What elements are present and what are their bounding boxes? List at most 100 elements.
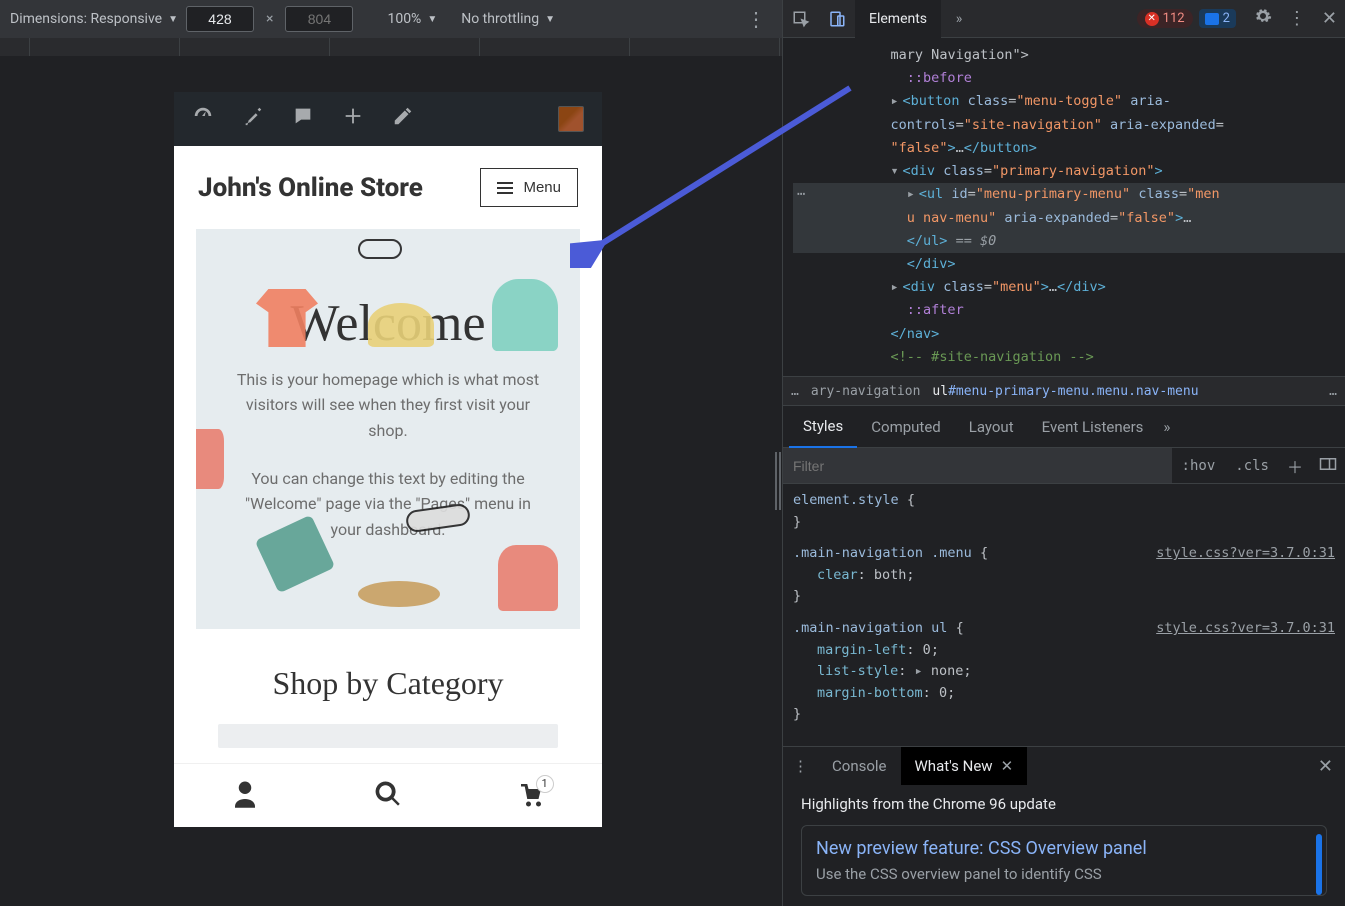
dom-pseudo: ::after (907, 302, 964, 318)
caret-down-icon: ▼ (545, 14, 555, 25)
rule-source-link[interactable]: style.css?ver=3.7.0:31 (1156, 543, 1335, 565)
cls-toggle[interactable]: .cls (1225, 458, 1279, 474)
devtools-top-tabs: Elements » ✕ 112 2 ⋮ ✕ (783, 0, 1345, 38)
belt-illustration (358, 581, 440, 607)
devtools-drawer: ⋮ Console What's New ✕ ✕ Highlights from… (783, 746, 1345, 906)
ruler-bar (0, 38, 782, 56)
drawer-more-icon[interactable]: ⋮ (783, 757, 818, 775)
styles-tabs-overflow-icon[interactable]: » (1163, 418, 1170, 436)
tab-event-listeners[interactable]: Event Listeners (1028, 406, 1158, 448)
breadcrumb-item-active[interactable]: ul#menu-primary-menu.menu.nav-menu (932, 384, 1198, 399)
dimension-separator: × (266, 11, 273, 27)
site-title[interactable]: John's Online Store (198, 173, 423, 203)
tab-whats-new[interactable]: What's New ✕ (901, 747, 1028, 785)
dashboard-icon[interactable] (192, 105, 214, 133)
selected-node-actions-icon[interactable]: ⋯ (797, 183, 805, 206)
device-toolbar: Dimensions: Responsive ▼ × 100% ▼ No thr… (0, 0, 782, 38)
cart-icon[interactable]: 1 (516, 779, 546, 813)
mobile-bottom-nav: 1 (174, 763, 602, 827)
whats-new-card-body: Use the CSS overview panel to identify C… (816, 865, 1312, 883)
computed-sidebar-toggle-icon[interactable] (1311, 456, 1345, 475)
dom-tree[interactable]: mary Navigation"> ::before ▸<button clas… (783, 38, 1345, 376)
breadcrumb-overflow-right[interactable]: … (1329, 384, 1337, 399)
drawer-tabs: ⋮ Console What's New ✕ ✕ (783, 747, 1345, 785)
category-placeholder (218, 724, 558, 748)
customize-icon[interactable] (242, 105, 264, 133)
errors-count: 112 (1163, 11, 1185, 26)
scrollbar-thumb[interactable] (1316, 834, 1322, 895)
search-icon[interactable] (373, 779, 403, 813)
viewport-resize-handle[interactable] (774, 452, 782, 510)
device-emulation-pane: Dimensions: Responsive ▼ × 100% ▼ No thr… (0, 0, 782, 906)
menu-label: Menu (523, 179, 561, 196)
caret-down-icon: ▼ (427, 14, 437, 25)
zoom-value: 100% (387, 11, 421, 27)
hero-section: Welcome This is your homepage which is w… (196, 229, 580, 629)
message-icon (1205, 13, 1219, 25)
tabs-overflow-icon[interactable]: » (941, 0, 977, 38)
throttling-dropdown[interactable]: No throttling ▼ (461, 11, 555, 27)
tab-elements[interactable]: Elements (855, 0, 941, 38)
account-icon[interactable] (230, 779, 260, 813)
whats-new-headline: Highlights from the Chrome 96 update (801, 795, 1327, 813)
hero-paragraph-1: This is your homepage which is what most… (230, 367, 546, 444)
dom-text: mary Navigation"> (891, 47, 1029, 63)
viewport-area: John's Online Store Menu (0, 56, 782, 906)
breadcrumb-overflow-left[interactable]: … (791, 384, 799, 399)
device-width-input[interactable] (186, 6, 254, 32)
edit-icon[interactable] (392, 105, 414, 133)
comment-icon[interactable] (292, 105, 314, 133)
menu-toggle-button[interactable]: Menu (480, 168, 578, 207)
breadcrumb-item[interactable]: ary-navigation (811, 384, 921, 399)
styles-tabs: Styles Computed Layout Event Listeners » (783, 406, 1345, 448)
device-height-input[interactable] (285, 6, 353, 32)
style-rule[interactable]: element.style { } (793, 490, 1335, 533)
tab-console[interactable]: Console (818, 747, 901, 785)
rule-selector: element.style (793, 492, 899, 508)
new-style-rule-icon[interactable]: ＋ (1279, 454, 1311, 478)
sweater-illustration (492, 279, 558, 351)
errors-badge[interactable]: ✕ 112 (1137, 9, 1193, 28)
inspect-element-icon[interactable] (783, 0, 819, 38)
devtools-close-icon[interactable]: ✕ (1314, 8, 1345, 29)
wp-admin-bar (174, 92, 602, 146)
rule-selector: .main-navigation .menu (793, 545, 972, 561)
toggle-device-icon[interactable] (819, 0, 855, 38)
cart-count-badge: 1 (536, 775, 554, 793)
sunglasses-illustration (358, 239, 402, 259)
dom-comment: <!-- #site-navigation --> (891, 349, 1094, 365)
styles-panel[interactable]: element.style { } style.css?ver=3.7.0:31… (783, 484, 1345, 746)
plus-icon[interactable] (342, 105, 364, 133)
settings-gear-icon[interactable] (1246, 7, 1280, 30)
whats-new-card[interactable]: New preview feature: CSS Overview panel … (801, 825, 1327, 896)
styles-filter-row: :hov .cls ＋ (783, 448, 1345, 484)
tab-computed[interactable]: Computed (857, 406, 955, 448)
rule-selector: .main-navigation ul (793, 620, 947, 636)
site-header: John's Online Store Menu (174, 146, 602, 221)
cap-illustration (368, 303, 434, 347)
style-rule[interactable]: style.css?ver=3.7.0:31 .main-navigation … (793, 543, 1335, 608)
dimensions-dropdown[interactable]: Dimensions: Responsive ▼ (10, 11, 178, 27)
close-tab-icon[interactable]: ✕ (1001, 757, 1014, 775)
messages-badge[interactable]: 2 (1199, 9, 1236, 28)
dom-breadcrumb[interactable]: … ary-navigation ul#menu-primary-menu.me… (783, 376, 1345, 406)
hov-toggle[interactable]: :hov (1172, 458, 1226, 474)
tab-layout[interactable]: Layout (955, 406, 1028, 448)
dimensions-label: Dimensions: Responsive (10, 11, 162, 27)
hamburger-icon (497, 182, 513, 194)
drawer-close-icon[interactable]: ✕ (1306, 756, 1345, 777)
devtools-more-icon[interactable]: ⋮ (1280, 8, 1314, 29)
throttling-value: No throttling (461, 11, 539, 27)
tab-styles[interactable]: Styles (789, 406, 857, 448)
style-rule[interactable]: style.css?ver=3.7.0:31 .main-navigation … (793, 618, 1335, 726)
devtools-pane: Elements » ✕ 112 2 ⋮ ✕ mary Navigation">… (782, 0, 1345, 906)
messages-count: 2 (1223, 11, 1230, 26)
jacket-illustration (498, 545, 558, 611)
zoom-dropdown[interactable]: 100% ▼ (387, 11, 437, 27)
device-toolbar-more-icon[interactable]: ⋮ (740, 7, 772, 31)
shirt-illustration (196, 429, 224, 489)
emulated-page: John's Online Store Menu (174, 92, 602, 827)
user-avatar[interactable] (558, 106, 584, 132)
rule-source-link[interactable]: style.css?ver=3.7.0:31 (1156, 618, 1335, 640)
styles-filter-input[interactable] (783, 448, 1172, 483)
